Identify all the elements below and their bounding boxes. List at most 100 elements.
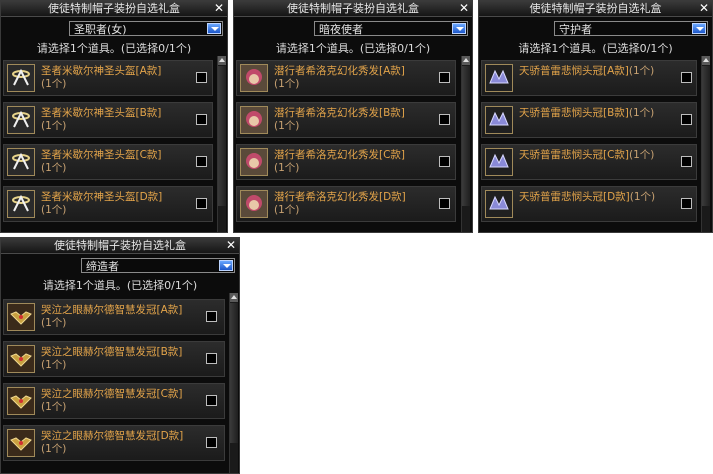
job-select-value: 圣职者(女) (74, 23, 127, 36)
list-item[interactable]: 哭泣之眼赫尔德智慧发冠[C款](1个) (3, 383, 225, 419)
chevron-down-icon[interactable] (207, 23, 221, 34)
item-count: (1个) (628, 65, 655, 77)
list-item[interactable]: 潜行者希洛克幻化秀发[D款] (1个) (236, 186, 456, 222)
item-checkbox[interactable] (681, 114, 692, 125)
item-count: (1个) (274, 78, 300, 90)
item-checkbox[interactable] (206, 395, 217, 406)
list-item[interactable]: 潜行者希洛克幻化秀发[C款] (1个) (236, 144, 456, 180)
list-item[interactable]: 圣者米歇尔神圣头盔[B款] (1个) (3, 102, 213, 138)
scroll-thumb[interactable] (702, 66, 710, 206)
list-item[interactable]: 天骄普雷悲悯头冠[C款](1个) (481, 144, 697, 180)
eye-crown-icon (7, 429, 35, 457)
item-checkbox[interactable] (206, 437, 217, 448)
scroll-up-icon[interactable] (218, 56, 226, 65)
item-checkbox[interactable] (206, 311, 217, 322)
panel-title-bar[interactable]: 使徒特制帽子装扮自选礼盒 ✕ (479, 1, 712, 17)
item-checkbox[interactable] (681, 198, 692, 209)
chevron-down-icon[interactable] (219, 260, 233, 271)
item-checkbox[interactable] (681, 72, 692, 83)
job-select-value: 暗夜使者 (319, 23, 363, 36)
chevron-down-icon[interactable] (452, 23, 466, 34)
scrollbar[interactable] (217, 56, 226, 232)
list-item[interactable]: 潜行者希洛克幻化秀发[B款] (1个) (236, 102, 456, 138)
item-checkbox[interactable] (196, 114, 207, 125)
halo-helmet-icon (7, 148, 35, 176)
item-name: 天骄普雷悲悯头冠[C款] (519, 149, 630, 161)
job-select-dropdown[interactable]: 缔造者 (81, 258, 235, 273)
gift-box-panel-creator: 使徒特制帽子装扮自选礼盒 ✕ 缔造者 请选择1个道具。(已选择0/1个) 哭泣之… (0, 237, 240, 474)
job-select-dropdown[interactable]: 暗夜使者 (314, 21, 468, 36)
halo-helmet-icon (7, 190, 35, 218)
scroll-up-icon[interactable] (230, 293, 238, 302)
item-checkbox[interactable] (439, 156, 450, 167)
hair-icon (240, 64, 268, 92)
list-item[interactable]: 潜行者希洛克幻化秀发[A款] (1个) (236, 60, 456, 96)
list-item[interactable]: 圣者米歇尔神圣头盔[C款] (1个) (3, 144, 213, 180)
scroll-up-icon[interactable] (462, 56, 470, 65)
job-select-value: 缔造者 (86, 260, 119, 273)
job-select-dropdown[interactable]: 圣职者(女) (69, 21, 223, 36)
list-item[interactable]: 圣者米歇尔神圣头盔[D款] (1个) (3, 186, 213, 222)
gift-box-panel-nightblade: 使徒特制帽子装扮自选礼盒 ✕ 暗夜使者 请选择1个道具。(已选择0/1个) 潜行… (233, 0, 473, 233)
close-icon[interactable]: ✕ (459, 1, 469, 16)
close-icon[interactable]: ✕ (214, 1, 224, 16)
eye-crown-icon (7, 345, 35, 373)
item-count: (1个) (629, 149, 655, 161)
hair-icon (240, 190, 268, 218)
selection-instruction: 请选择1个道具。(已选择0/1个) (42, 279, 198, 292)
list-item[interactable]: 哭泣之眼赫尔德智慧发冠[B款](1个) (3, 341, 225, 377)
winged-crown-icon (485, 148, 513, 176)
panel-title: 使徒特制帽子装扮自选礼盒 (48, 2, 180, 15)
winged-crown-icon (485, 190, 513, 218)
item-count: (1个) (41, 443, 67, 455)
list-item[interactable]: 哭泣之眼赫尔德智慧发冠[D款](1个) (3, 425, 225, 461)
hair-icon (240, 148, 268, 176)
selection-instruction: 请选择1个道具。(已选择0/1个) (36, 42, 192, 55)
list-item[interactable]: 天骄普雷悲悯头冠[D款](1个) (481, 186, 697, 222)
item-checkbox[interactable] (206, 353, 217, 364)
scroll-thumb[interactable] (230, 303, 238, 443)
selection-instruction: 请选择1个道具。(已选择0/1个) (518, 42, 673, 55)
list-item[interactable]: 圣者米歇尔神圣头盔[A款] (1个) (3, 60, 213, 96)
item-count: (1个) (274, 204, 300, 216)
panel-title-bar[interactable]: 使徒特制帽子装扮自选礼盒 ✕ (1, 238, 239, 254)
scrollbar[interactable] (229, 293, 238, 473)
item-count: (1个) (41, 359, 67, 371)
item-checkbox[interactable] (439, 198, 450, 209)
item-count: (1个) (41, 317, 67, 329)
item-checkbox[interactable] (439, 72, 450, 83)
halo-helmet-icon (7, 64, 35, 92)
panel-title-bar[interactable]: 使徒特制帽子装扮自选礼盒 ✕ (1, 1, 227, 17)
item-count: (1个) (41, 120, 67, 132)
panel-title-bar[interactable]: 使徒特制帽子装扮自选礼盒 ✕ (234, 1, 472, 17)
list-item[interactable]: 天骄普雷悲悯头冠[A款](1个) (481, 60, 697, 96)
gift-box-panel-cleric: 使徒特制帽子装扮自选礼盒 ✕ 圣职者(女) 请选择1个道具。(已选择0/1个) … (0, 0, 228, 233)
item-name: 潜行者希洛克幻化秀发[C款] (274, 149, 406, 161)
job-select-dropdown[interactable]: 守护者 (554, 21, 708, 36)
scroll-up-icon[interactable] (702, 56, 710, 65)
item-checkbox[interactable] (681, 156, 692, 167)
list-item[interactable]: 哭泣之眼赫尔德智慧发冠[A款](1个) (3, 299, 225, 335)
scroll-thumb[interactable] (218, 66, 226, 206)
close-icon[interactable]: ✕ (226, 238, 236, 253)
list-item[interactable]: 天骄普雷悲悯头冠[B款](1个) (481, 102, 697, 138)
item-checkbox[interactable] (196, 72, 207, 83)
item-checkbox[interactable] (196, 198, 207, 209)
gift-box-panel-guardian: 使徒特制帽子装扮自选礼盒 ✕ 守护者 请选择1个道具。(已选择0/1个) 天骄普… (478, 0, 713, 233)
close-icon[interactable]: ✕ (699, 1, 709, 16)
item-count: (1个) (41, 204, 67, 216)
item-name: 圣者米歇尔神圣头盔[A款] (41, 65, 162, 77)
halo-helmet-icon (7, 106, 35, 134)
item-name: 天骄普雷悲悯头冠[D款] (519, 191, 630, 203)
item-name: 哭泣之眼赫尔德智慧发冠[C款] (41, 388, 183, 400)
scrollbar[interactable] (461, 56, 470, 232)
chevron-down-icon[interactable] (692, 23, 706, 34)
item-checkbox[interactable] (439, 114, 450, 125)
item-name: 潜行者希洛克幻化秀发[A款] (274, 65, 405, 77)
panel-title: 使徒特制帽子装扮自选礼盒 (287, 2, 419, 15)
item-count: (1个) (629, 191, 656, 203)
item-name: 天骄普雷悲悯头冠[A款] (519, 65, 629, 77)
item-checkbox[interactable] (196, 156, 207, 167)
scrollbar[interactable] (701, 56, 710, 232)
scroll-thumb[interactable] (462, 66, 470, 206)
